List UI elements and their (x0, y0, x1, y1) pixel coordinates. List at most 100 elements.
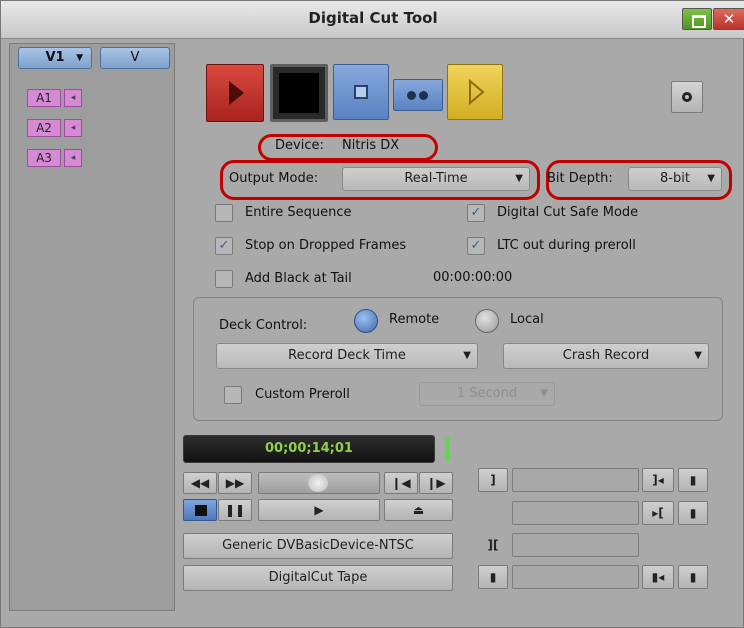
track-selector-panel: V1 ▼ V A1 ◂ A2 ◂ A3 ◂ (9, 43, 175, 611)
record-preview-button[interactable] (270, 64, 328, 122)
chevron-down-icon: ▼ (694, 350, 702, 361)
title-bar: Digital Cut Tool ✕ (1, 1, 744, 39)
chevron-down-icon: ▼ (707, 173, 715, 184)
record-indicator (445, 437, 450, 461)
speaker-icon[interactable]: ◂ (64, 149, 82, 167)
device-label: Device: (275, 138, 324, 153)
close-button[interactable]: ✕ (713, 8, 744, 30)
dot-icon (407, 91, 416, 100)
step-forward-icon: ❙▶ (426, 476, 446, 490)
stop-dropped-checkbox[interactable]: ✓ (215, 237, 233, 255)
deck-time-value: Record Deck Time (288, 348, 406, 363)
timecode-value: 00;00;14;01 (265, 441, 353, 456)
stop-icon (354, 85, 368, 99)
maximize-button[interactable] (682, 8, 712, 30)
clear-in-button[interactable]: ▮ (678, 501, 708, 525)
add-black-checkbox[interactable] (215, 270, 233, 288)
output-mode-dropdown[interactable]: Real-Time ▼ (342, 167, 530, 191)
step-back-button[interactable]: ❙◀ (384, 472, 418, 494)
mark-in-field[interactable] (512, 501, 639, 525)
options-dot-icon (682, 92, 692, 102)
record-mode-value: Crash Record (562, 348, 650, 363)
play-transport-button[interactable]: ▶ (258, 499, 380, 521)
record-mode-dropdown[interactable]: Crash Record ▼ (503, 343, 709, 369)
track-a2-button[interactable]: A2 (27, 119, 61, 137)
device-value: Nitris DX (342, 138, 400, 153)
eject-button[interactable]: ⏏ (384, 499, 453, 521)
shuttle-slider[interactable] (258, 472, 380, 494)
track-a3-button[interactable]: A3 (27, 149, 61, 167)
chevron-down-icon: ▼ (540, 388, 548, 399)
clear-all-icon: ▮ (689, 570, 697, 584)
fast-forward-button[interactable]: ▶▶ (218, 472, 252, 494)
ltc-preroll-checkbox[interactable]: ✓ (467, 237, 485, 255)
safe-mode-checkbox[interactable]: ✓ (467, 204, 485, 222)
go-to-out-icon: ]◂ (652, 473, 664, 487)
dot-icon (419, 91, 428, 100)
black-square-icon (279, 73, 319, 113)
bit-depth-label: Bit Depth: (547, 171, 613, 186)
track-v1-button[interactable]: V1 ▼ (18, 47, 92, 69)
preroll-dropdown[interactable]: 1 Second ▼ (419, 382, 555, 406)
track-v-button[interactable]: V (100, 47, 170, 69)
chevron-down-icon: ▼ (515, 173, 523, 184)
go-to-in-icon: ▸[ (652, 506, 664, 520)
step-back-icon: ❙◀ (391, 476, 411, 490)
stop-transport-button[interactable] (183, 499, 217, 521)
deck-device-button[interactable]: Generic DVBasicDevice-NTSC (183, 533, 453, 559)
play-outline-icon (469, 78, 485, 106)
stop-dropped-label: Stop on Dropped Frames (245, 238, 407, 253)
pause-icon: ❚❚ (224, 503, 246, 517)
go-to-in-button[interactable]: ▸[ (642, 501, 674, 525)
digital-cut-window: Digital Cut Tool ✕ V1 ▼ V A1 ◂ A2 ◂ A3 ◂ (0, 0, 744, 628)
bit-depth-dropdown[interactable]: 8-bit ▼ (628, 167, 722, 191)
mark-in-icon: ▮ (489, 570, 497, 584)
custom-preroll-checkbox[interactable] (224, 386, 242, 404)
track-a1-button[interactable]: A1 (27, 89, 61, 107)
mark-out-field[interactable] (512, 468, 639, 492)
shuttle-knob-icon[interactable] (308, 474, 328, 492)
go-to-out-button[interactable]: ]◂ (642, 468, 674, 492)
fast-forward-icon: ▶▶ (225, 476, 245, 490)
local-radio[interactable] (475, 309, 499, 333)
chevron-down-icon: ▼ (76, 53, 83, 63)
mark-out-icon: ] (490, 473, 496, 487)
local-label: Local (510, 312, 544, 327)
stop-button[interactable] (333, 64, 389, 120)
duration-icon: ][ (487, 538, 499, 552)
play-button[interactable] (447, 64, 503, 120)
position-field[interactable] (512, 565, 639, 589)
bit-depth-value: 8-bit (660, 171, 690, 186)
entire-sequence-label: Entire Sequence (245, 205, 352, 220)
add-black-label: Add Black at Tail (245, 271, 352, 286)
deck-time-dropdown[interactable]: Record Deck Time ▼ (216, 343, 478, 369)
speaker-icon[interactable]: ◂ (64, 89, 82, 107)
step-forward-button[interactable]: ❙▶ (419, 472, 453, 494)
clear-in-icon: ▮ (689, 506, 697, 520)
mark-in-button[interactable]: ▮ (478, 565, 508, 589)
remote-label: Remote (389, 312, 440, 327)
track-v1-label: V1 (45, 50, 65, 65)
clear-out-button[interactable]: ▮ (678, 468, 708, 492)
entire-sequence-checkbox[interactable] (215, 204, 233, 222)
duration-field[interactable] (512, 533, 639, 557)
go-to-start-icon: ▮◂ (651, 570, 665, 584)
options-button[interactable] (671, 81, 703, 113)
preroll-value: 1 Second (456, 386, 518, 401)
clear-all-button[interactable]: ▮ (678, 565, 708, 589)
mark-out-button[interactable]: ] (478, 468, 508, 492)
safe-mode-label: Digital Cut Safe Mode (497, 205, 639, 220)
clear-out-icon: ▮ (689, 473, 697, 487)
record-button[interactable] (206, 64, 264, 122)
dual-dot-button[interactable] (393, 79, 443, 111)
output-mode-label: Output Mode: (229, 171, 319, 186)
remote-radio[interactable] (354, 309, 378, 333)
tape-button[interactable]: DigitalCut Tape (183, 565, 453, 591)
rewind-button[interactable]: ◀◀ (183, 472, 217, 494)
play-triangle-icon (229, 81, 244, 105)
black-timecode: 00:00:00:00 (433, 270, 513, 285)
chevron-down-icon: ▼ (463, 350, 471, 361)
go-to-start-button[interactable]: ▮◂ (642, 565, 674, 589)
pause-button[interactable]: ❚❚ (218, 499, 252, 521)
speaker-icon[interactable]: ◂ (64, 119, 82, 137)
